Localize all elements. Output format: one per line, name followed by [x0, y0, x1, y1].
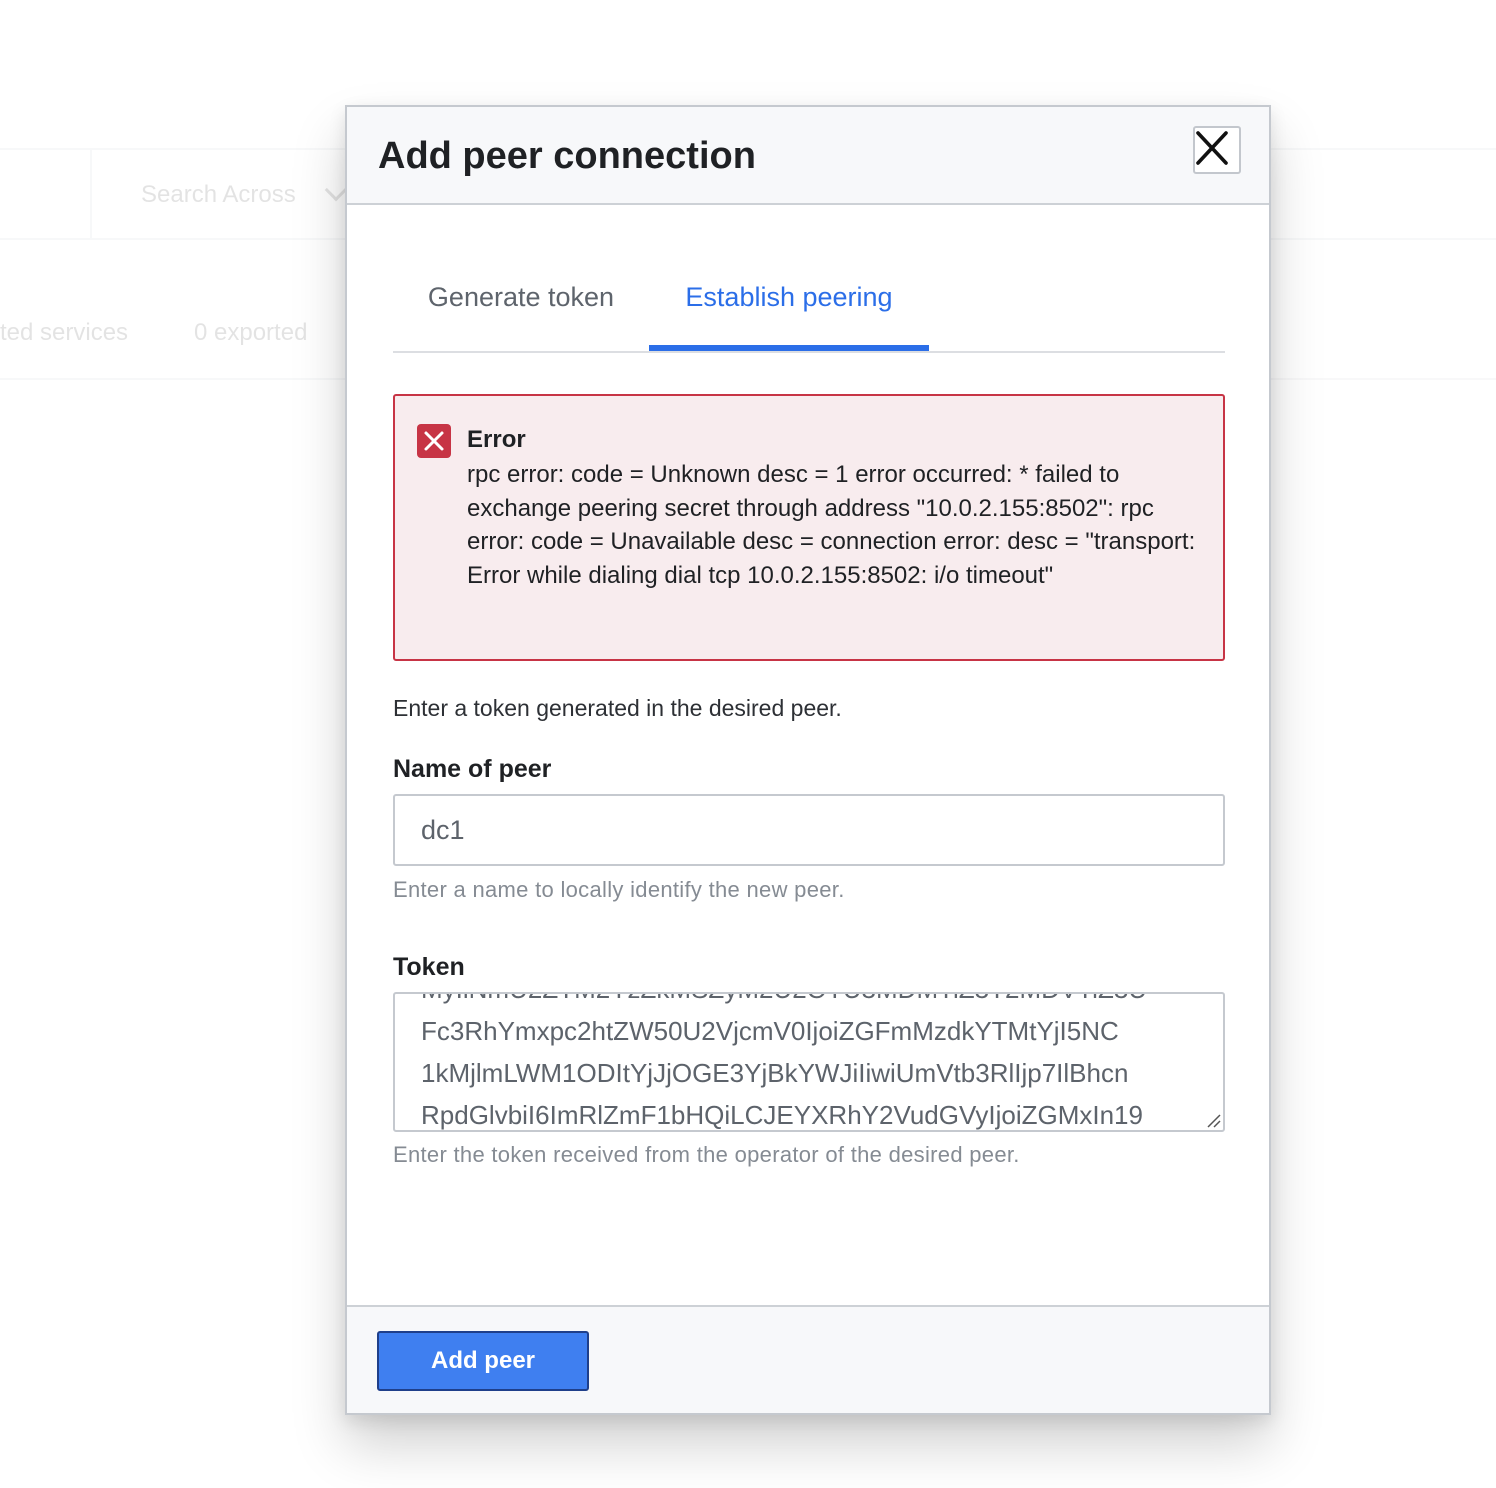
- token-text: MyIiNmU2ZTM2YzZkMSZyM2U2OTU3MDMTiZ3T2MDV…: [421, 994, 1147, 1130]
- background-stat-exported: 0 exported: [194, 319, 308, 346]
- peer-name-input[interactable]: [393, 794, 1225, 866]
- close-button[interactable]: [1193, 126, 1241, 174]
- peer-name-help: Enter a name to locally identify the new…: [393, 877, 845, 902]
- peer-name-label: Name of peer: [393, 755, 552, 783]
- token-line: 1kMjlmLWM1ODItYjJjOGE3YjBkYWJiIiwiUmVtb3…: [421, 1058, 1129, 1088]
- error-alert: Error rpc error: code = Unknown desc = 1…: [393, 394, 1225, 661]
- close-icon: [1196, 131, 1228, 165]
- add-peer-modal: Add peer connection Generate token Estab…: [345, 105, 1271, 1415]
- token-help: Enter the token received from the operat…: [393, 1142, 1020, 1167]
- modal-footer: Add peer: [347, 1305, 1269, 1413]
- token-textarea[interactable]: MyIiNmU2ZTM2YzZkMSZyM2U2OTU3MDMTiZ3T2MDV…: [393, 992, 1225, 1132]
- token-line: RpdGlvbiI6ImRlZmF1bHQiLCJEYXRhY2VudGVyIj…: [421, 1100, 1143, 1130]
- error-title: Error: [467, 426, 526, 453]
- token-line: MyIiNmU2ZTM2YzZkMSZyM2U2OTU3MDMTiZ3T2MDV…: [421, 994, 1147, 1010]
- error-x-icon: [417, 424, 451, 458]
- error-message: rpc error: code = Unknown desc = 1 error…: [467, 461, 1196, 589]
- tab-generate-token[interactable]: Generate token: [393, 247, 649, 351]
- tab-establish-peering[interactable]: Establish peering: [649, 247, 929, 351]
- resize-grip-icon[interactable]: [1205, 1112, 1221, 1128]
- background-divider: [90, 148, 92, 238]
- background-search-label: Search Across: [141, 181, 296, 208]
- active-tab-indicator: [649, 345, 929, 351]
- background-stat-services: ted services: [0, 319, 129, 346]
- token-label: Token: [393, 953, 465, 981]
- tab-bar: Generate token Establish peering: [393, 247, 1225, 353]
- chevron-down-icon: [324, 178, 348, 202]
- modal-header: Add peer connection: [347, 107, 1269, 205]
- add-peer-button[interactable]: Add peer: [377, 1331, 589, 1391]
- modal-title: Add peer connection: [378, 135, 756, 177]
- form-intro-text: Enter a token generated in the desired p…: [393, 695, 842, 721]
- token-line: Fc3RhYmxpc2htZW50U2VjcmV0IjoiZGFmMzdkYTM…: [421, 1016, 1119, 1046]
